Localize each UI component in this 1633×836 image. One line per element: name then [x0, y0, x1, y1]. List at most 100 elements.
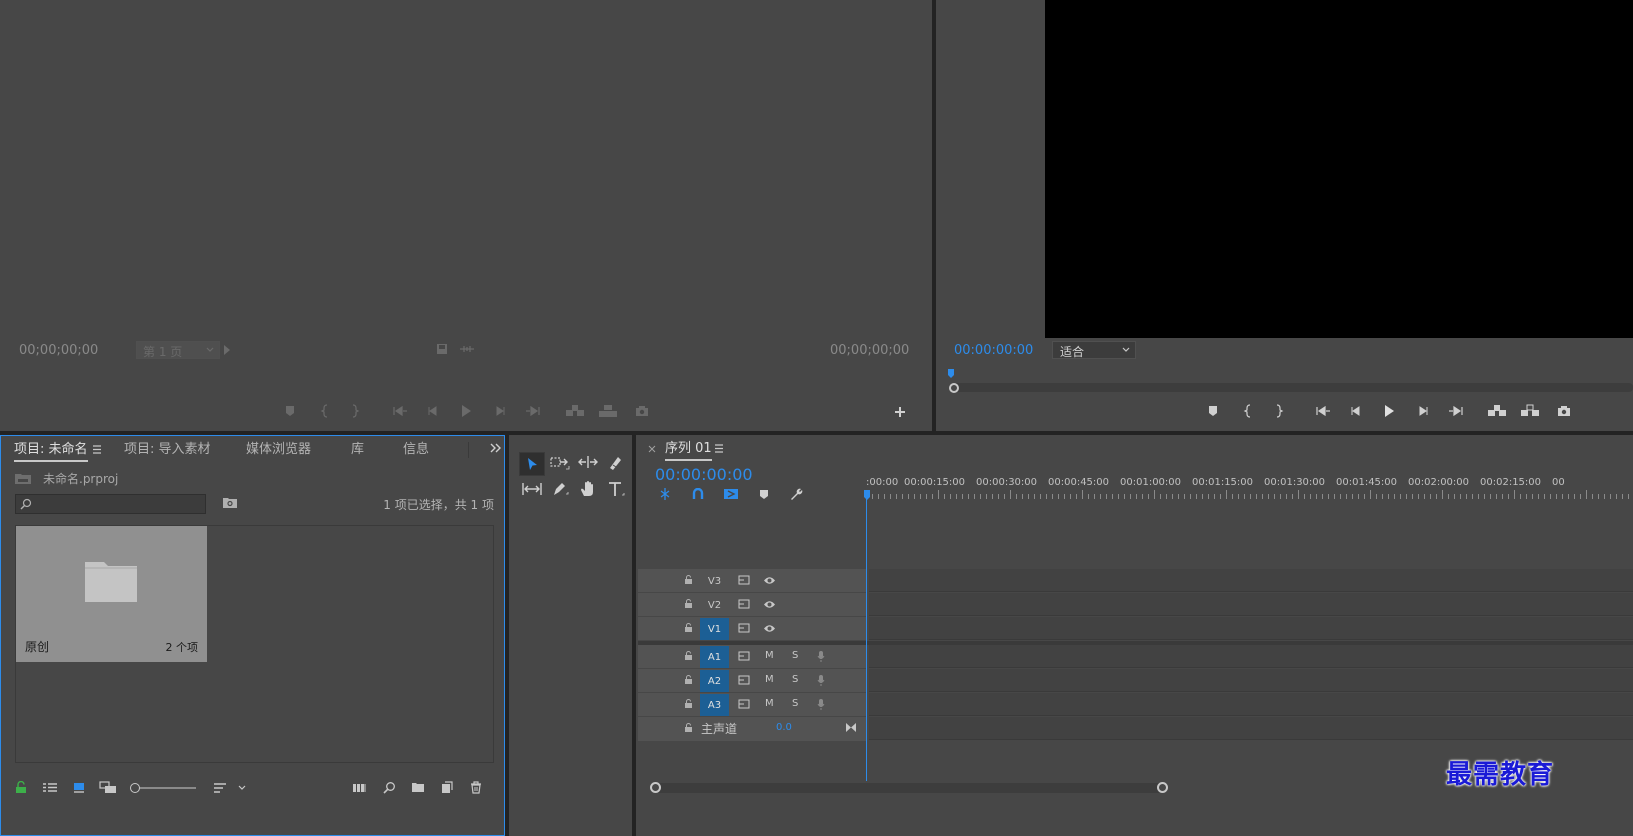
track-target-a2[interactable]: A2 [700, 670, 729, 692]
snap-magnet-icon[interactable] [692, 488, 704, 500]
search-input[interactable] [36, 495, 201, 513]
track-lane-master[interactable] [869, 717, 1633, 740]
close-tab-icon[interactable] [648, 445, 656, 453]
tab-project-import[interactable]: 项目: 导入素材 [124, 438, 211, 462]
solo-button[interactable]: S [792, 698, 798, 709]
play-icon[interactable] [460, 404, 472, 418]
trash-icon[interactable] [470, 781, 482, 794]
lock-track-icon[interactable] [684, 675, 693, 685]
project-search-field[interactable] [15, 494, 206, 514]
ripple-edit-tool-icon[interactable] [578, 455, 598, 471]
track-lane-v3[interactable] [869, 569, 1633, 592]
go-to-in-icon[interactable] [1315, 405, 1331, 417]
mark-in-icon[interactable] [320, 404, 330, 418]
solo-button[interactable]: S [792, 650, 798, 661]
export-frame-small-icon[interactable] [436, 343, 448, 355]
lock-icon[interactable] [15, 781, 27, 794]
tab-library[interactable]: 库 [351, 438, 364, 462]
add-button-icon[interactable] [894, 406, 906, 418]
track-target-a3[interactable]: A3 [700, 694, 729, 716]
lock-track-icon[interactable] [684, 575, 693, 585]
playhead-icon[interactable] [947, 369, 955, 379]
new-item-icon[interactable] [441, 781, 453, 794]
source-timecode-in[interactable]: 00;00;00;00 [19, 343, 98, 358]
type-tool-icon[interactable] [607, 481, 625, 497]
step-back-icon[interactable] [427, 405, 439, 417]
zoom-slider-handle[interactable] [130, 783, 140, 793]
track-select-tool-icon[interactable] [550, 455, 570, 471]
automate-to-sequence-icon[interactable] [352, 782, 368, 793]
track-target-v3[interactable]: V3 [700, 570, 729, 592]
track-header-a3[interactable]: A3 M S [638, 693, 867, 716]
eye-icon[interactable] [763, 624, 776, 633]
track-lane-v2[interactable] [869, 593, 1633, 616]
sort-icon[interactable] [213, 782, 227, 794]
insert-nest-icon[interactable] [658, 487, 672, 501]
tab-sequence[interactable]: 序列 01 [665, 437, 712, 461]
track-lane-v1[interactable] [869, 617, 1633, 640]
extract-icon[interactable] [1520, 404, 1540, 418]
microphone-icon[interactable] [817, 698, 825, 711]
track-lane-a2[interactable] [869, 669, 1633, 692]
project-content-area[interactable]: 原创 2 个项 [15, 525, 494, 763]
program-scrubber-track[interactable] [952, 383, 1633, 392]
tab-media-browser[interactable]: 媒体浏览器 [246, 438, 311, 462]
overflow-chevrons-icon[interactable] [490, 443, 502, 453]
fit-select[interactable]: 适合 [1052, 341, 1136, 359]
lock-track-icon[interactable] [684, 651, 693, 661]
sync-lock-icon[interactable] [738, 699, 750, 709]
lock-track-icon[interactable] [684, 723, 693, 733]
go-to-out-icon[interactable] [1448, 405, 1464, 417]
track-header-master[interactable]: 主声道 0.0 [638, 717, 867, 741]
panel-menu-icon[interactable] [714, 444, 724, 453]
lift-icon[interactable] [1487, 404, 1507, 418]
sync-lock-icon[interactable] [738, 675, 750, 685]
step-back-icon[interactable] [1350, 405, 1362, 417]
mark-in-icon[interactable] [1243, 404, 1253, 418]
add-marker-icon[interactable] [284, 405, 296, 417]
track-header-a1[interactable]: A1 M S [638, 645, 867, 668]
timeline-timecode[interactable]: 00:00:00:00 [655, 465, 753, 484]
source-timecode-duration[interactable]: 00;00;00;00 [830, 343, 909, 358]
bin-thumbnail[interactable]: 原创 2 个项 [16, 526, 207, 662]
tab-project-untitled[interactable]: 项目: 未命名 [14, 438, 88, 462]
find-in-bin-icon[interactable] [222, 496, 238, 510]
add-marker-icon[interactable] [1207, 405, 1219, 417]
timeline-zoom-handle-right[interactable] [1157, 782, 1168, 793]
mark-out-icon[interactable] [350, 404, 360, 418]
master-volume-value[interactable]: 0.0 [776, 722, 792, 733]
step-forward-icon[interactable] [1417, 405, 1429, 417]
camera-icon[interactable] [1557, 405, 1571, 417]
step-forward-icon[interactable] [494, 405, 506, 417]
sync-lock-icon[interactable] [738, 599, 750, 609]
sync-lock-icon[interactable] [738, 651, 750, 661]
camera-icon[interactable] [635, 405, 649, 417]
microphone-icon[interactable] [817, 650, 825, 663]
playhead-icon[interactable] [863, 490, 871, 501]
selection-tool-button[interactable] [519, 452, 545, 476]
icon-view-icon[interactable] [73, 782, 85, 793]
linked-selection-icon[interactable] [723, 487, 739, 501]
track-header-v2[interactable]: V2 [638, 593, 867, 616]
hand-tool-icon[interactable] [579, 480, 597, 498]
go-to-in-icon[interactable] [392, 405, 408, 417]
track-header-a2[interactable]: A2 M S [638, 669, 867, 692]
page-select[interactable]: 第 1 页 [136, 341, 220, 359]
play-arrow-icon[interactable] [222, 344, 232, 356]
wrench-icon[interactable] [789, 487, 803, 501]
new-bin-icon[interactable] [411, 782, 425, 793]
mark-out-icon[interactable] [1274, 404, 1284, 418]
mute-button[interactable]: M [765, 650, 774, 661]
pen-tool-icon[interactable] [551, 481, 569, 497]
go-to-end-icon[interactable] [845, 722, 857, 733]
lock-track-icon[interactable] [684, 623, 693, 633]
insert-icon[interactable] [565, 404, 585, 418]
slip-tool-icon[interactable] [521, 481, 543, 497]
play-icon[interactable] [1383, 404, 1395, 418]
overwrite-icon[interactable] [598, 404, 618, 418]
track-lane-a1[interactable] [869, 645, 1633, 668]
program-timecode[interactable]: 00:00:00:00 [954, 343, 1033, 358]
mute-button[interactable]: M [765, 674, 774, 685]
add-marker-icon[interactable] [759, 489, 769, 500]
track-header-v1[interactable]: V1 [638, 617, 867, 640]
